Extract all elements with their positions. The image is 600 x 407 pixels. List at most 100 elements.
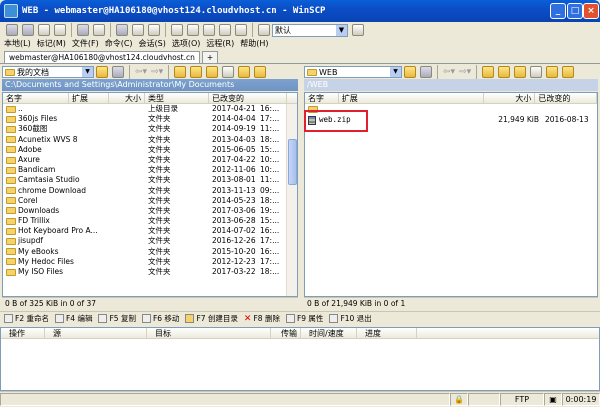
list-item[interactable]: 360截图 文件夹 2014-09-19 11:... — [3, 124, 297, 134]
refresh-icon[interactable] — [258, 24, 270, 36]
delete-button[interactable]: ✕ F8 删除 — [244, 313, 280, 324]
history-icon[interactable] — [254, 66, 267, 78]
copy-button[interactable]: F5 复制 — [98, 313, 136, 324]
edit-button[interactable]: F4 编辑 — [54, 313, 92, 324]
history-icon[interactable] — [562, 66, 575, 78]
transfer-queue[interactable]: 操作 源 目标 传输 时间/速度 进度 — [0, 327, 600, 391]
list-item[interactable]: Corel 文件夹 2014-05-23 18:... — [3, 196, 297, 206]
maximize-button[interactable]: □ — [567, 3, 583, 19]
column-size[interactable]: 大小 — [484, 93, 536, 103]
column-source[interactable]: 源 — [45, 328, 147, 338]
column-name[interactable]: 名字 — [3, 93, 69, 103]
column-progress[interactable]: 进度 — [357, 328, 417, 338]
list-item[interactable]: Hot Keyboard Pro A... 文件夹 2014-07-02 16:... — [3, 226, 297, 236]
list-item[interactable]: Bandicam 文件夹 2012-11-06 10:... — [3, 165, 297, 175]
queue-options-icon[interactable] — [93, 24, 105, 36]
column-ext[interactable]: 扩展 — [339, 93, 484, 103]
invert-selection-icon[interactable] — [235, 24, 247, 36]
refresh-icon[interactable] — [530, 66, 543, 78]
list-item[interactable]: Axure 文件夹 2017-04-22 10:... — [3, 155, 297, 165]
list-item[interactable]: 360js Files 文件夹 2014-04-04 17:... — [3, 114, 297, 124]
preferences-icon[interactable] — [6, 24, 18, 36]
rename-button[interactable]: F2 重命名 — [4, 313, 49, 324]
menu-session[interactable]: 会话(S) — [139, 38, 166, 51]
list-item[interactable]: Camtasia Studio 文件夹 2013-08-01 11:... — [3, 175, 297, 185]
column-changed[interactable]: 已改变的 — [535, 93, 597, 103]
select-all-icon[interactable] — [203, 24, 215, 36]
list-item[interactable]: chrome Download 文件夹 2013-11-13 09:... — [3, 186, 297, 196]
column-transfer[interactable]: 传输 — [271, 328, 301, 338]
forward-button[interactable]: ⇨▾ — [459, 67, 471, 77]
menu-options[interactable]: 选项(O) — [172, 38, 201, 51]
list-item[interactable]: My eBooks 文件夹 2015-10-20 16:... — [3, 247, 297, 257]
save-session-icon[interactable] — [352, 24, 364, 36]
column-target[interactable]: 目标 — [147, 328, 271, 338]
terminal-icon[interactable] — [116, 24, 128, 36]
home-directory-icon[interactable] — [206, 66, 219, 78]
list-item[interactable]: Acunetix WVS 8 文件夹 2013-04-03 18:... — [3, 135, 297, 145]
back-button[interactable]: ⇦▾ — [443, 67, 455, 77]
list-item[interactable]: FD Trillix 文件夹 2013-06-28 15:... — [3, 216, 297, 226]
home-directory-icon[interactable] — [514, 66, 527, 78]
parent-directory-icon[interactable] — [174, 66, 187, 78]
layout-icon[interactable] — [54, 24, 66, 36]
column-time-speed[interactable]: 时间/速度 — [301, 328, 357, 338]
queue-icon[interactable] — [77, 24, 89, 36]
local-scrollbar[interactable] — [286, 104, 297, 296]
transfer-settings-icon[interactable] — [171, 24, 183, 36]
minimize-button[interactable]: _ — [550, 3, 566, 19]
bookmarks-icon[interactable] — [546, 66, 559, 78]
root-directory-icon[interactable] — [498, 66, 511, 78]
column-size[interactable]: 大小 — [109, 93, 145, 103]
list-item[interactable]: Downloads 文件夹 2017-03-06 19:... — [3, 206, 297, 216]
column-ext[interactable]: 扩展 — [69, 93, 109, 103]
close-window-button[interactable]: × — [583, 3, 599, 19]
putty-icon[interactable] — [132, 24, 144, 36]
local-file-panel[interactable]: 名字 扩展 大小 类型 已改变的 .. 上级目录 2017-04-21 16:... … — [2, 92, 298, 297]
local-path-combo[interactable]: 我的文档 ▼ — [2, 66, 94, 78]
scrollbar-thumb[interactable] — [288, 139, 297, 185]
open-folder-icon[interactable] — [404, 66, 416, 78]
root-directory-icon[interactable] — [190, 66, 203, 78]
filter-icon[interactable] — [112, 66, 124, 78]
session-select[interactable]: 默认 ▼ — [272, 23, 348, 37]
parent-directory-icon[interactable] — [482, 66, 495, 78]
compare-directories-icon[interactable] — [38, 24, 50, 36]
bookmarks-icon[interactable] — [238, 66, 251, 78]
remote-path-combo[interactable]: WEB ▼ — [304, 66, 402, 78]
create-folder-button[interactable]: F7 创建目录 — [185, 313, 238, 324]
menu-help[interactable]: 帮助(H) — [240, 38, 268, 51]
tab-session[interactable]: webmaster@HA106180@vhost124.cloudvhost.c… — [4, 51, 200, 63]
list-item[interactable]: My ISO Files 文件夹 2017-03-22 18:... — [3, 267, 297, 277]
refresh-icon[interactable] — [222, 66, 235, 78]
filter-icon[interactable] — [420, 66, 432, 78]
open-folder-icon[interactable] — [96, 66, 108, 78]
menu-commands[interactable]: 命令(C) — [105, 38, 133, 51]
list-item[interactable]: Adobe 文件夹 2015-06-05 15:... — [3, 145, 297, 155]
chevron-down-icon[interactable]: ▼ — [82, 67, 93, 77]
filter-icon[interactable] — [187, 24, 199, 36]
menu-remote[interactable]: 远程(R) — [206, 38, 234, 51]
column-type[interactable]: 类型 — [145, 93, 209, 103]
menu-local[interactable]: 本地(L) — [4, 38, 31, 51]
move-button[interactable]: F6 移动 — [141, 313, 179, 324]
column-changed[interactable]: 已改变的 — [209, 93, 287, 103]
menu-file[interactable]: 文件(F) — [72, 38, 99, 51]
list-item[interactable]: My Hedoc Files 文件夹 2012-12-23 17:... — [3, 257, 297, 267]
chevron-down-icon[interactable]: ▼ — [336, 24, 347, 36]
menu-mark[interactable]: 标记(M) — [37, 38, 66, 51]
chevron-down-icon[interactable]: ▼ — [390, 67, 401, 77]
forward-button[interactable]: ⇨▾ — [151, 67, 163, 77]
exit-button[interactable]: F10 退出 — [329, 313, 372, 324]
column-operation[interactable]: 操作 — [1, 328, 45, 338]
find-files-icon[interactable] — [148, 24, 160, 36]
back-button[interactable]: ⇦▾ — [135, 67, 147, 77]
list-item[interactable]: jisupdf 文件夹 2016-12-26 17:... — [3, 236, 297, 246]
properties-button[interactable]: F9 属性 — [285, 313, 323, 324]
column-name[interactable]: 名字 — [305, 93, 339, 103]
file-date: 2015-10-20 — [212, 246, 256, 256]
unselect-icon[interactable] — [219, 24, 231, 36]
list-item[interactable]: .. 上级目录 2017-04-21 16:... — [3, 104, 297, 114]
synchronize-icon[interactable] — [22, 24, 34, 36]
new-tab-button[interactable]: + — [201, 51, 218, 63]
